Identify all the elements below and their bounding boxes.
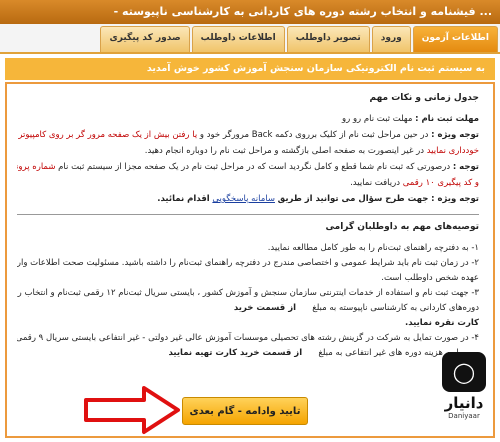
note2-label: توجه : xyxy=(452,162,479,172)
note2-line: توجه : درصورتی که ثبت نام شما قطع و کامل… xyxy=(17,161,479,174)
buy-card-link-2[interactable]: از قسمت خرید کارت تهیه نمایید xyxy=(168,348,302,358)
note1-line-2: خودداری نمایید در غیر اینصورت به صفحه اص… xyxy=(17,145,479,158)
tab-bar: اطلاعات آزمون ورود تصویر داوطلب اطلاعات … xyxy=(0,24,500,54)
support-system-link[interactable]: سامانه پاسخگویی xyxy=(212,194,275,204)
welcome-banner: به سیستم ثبت نام الکترونیکی سازمان سنجش … xyxy=(5,58,495,80)
buy-card-link[interactable]: از قسمت خرید xyxy=(234,303,296,313)
note3-line: توجه ویژه : جهت طرح سؤال می توانید از طر… xyxy=(17,193,479,206)
advice-item: ۳- جهت ثبت نام و استفاده از خدمات اینترن… xyxy=(17,288,479,298)
logo-latin: Daniyaar xyxy=(448,412,480,420)
advice-item: ۱- به دفترچه راهنمای ثبت‌نام را به طور ک… xyxy=(267,243,479,253)
note1-rest: در غیر اینصورت به صفحه اصلی بازگشته و مر… xyxy=(144,146,424,156)
tab-tracking-code[interactable]: صدور کد پیگیری xyxy=(100,26,190,52)
deadline-value: مهلت ثبت نام رو رو xyxy=(342,114,413,124)
deadline-label: مهلت ثبت نام : xyxy=(415,114,479,124)
advice-item: کارت نقره نمایید. xyxy=(405,318,479,328)
window-title: ... فیشنامه و انتخاب رشته دوره های کاردا… xyxy=(0,0,500,24)
divider xyxy=(17,214,479,215)
advice-item: ۲- در زمان ثبت نام باید شرایط عمومی و اخ… xyxy=(17,258,479,268)
confirm-next-step-button[interactable]: تایید وادامه - گام بعدی xyxy=(182,397,308,425)
note2-line-2: و کد پیگیری ۱۰ رقمی دریافت نمایید. xyxy=(17,177,479,190)
note1-warning-cont: خودداری نمایید xyxy=(426,146,479,156)
daniyaar-logo: ◯ دانیار Daniyaar xyxy=(432,352,496,436)
logo-name: دانیار xyxy=(444,394,484,412)
advice-item: دوره‌های کاردانی به کارشناسی ناپیوسته به… xyxy=(17,302,479,315)
advice-title: توصیه‌های مهم به داوطلبان گرامی xyxy=(325,222,479,232)
note2-tracking-code: و کد پیگیری ۱۰ رقمی xyxy=(402,178,479,188)
tab-applicant-info[interactable]: اطلاعات داوطلب xyxy=(191,26,285,52)
note2-file-number: شماره پرونده ۶ رقمی xyxy=(17,162,56,172)
note3-label: توجه ویژه : xyxy=(431,194,479,204)
advice-item: مربوط به هزینه دوره های غیر انتفاعی به م… xyxy=(17,347,479,360)
note2-rest: دریافت نمایید. xyxy=(350,178,401,188)
note3-text: جهت طرح سؤال می توانید از طریق xyxy=(277,194,429,204)
arrow-right-icon xyxy=(84,386,180,434)
advice-list: ۱- به دفترچه راهنمای ثبت‌نام را به طور ک… xyxy=(17,242,479,360)
advice-item: عهده شخص داوطلب است. xyxy=(381,273,479,283)
advice-text: دوره‌های کاردانی به کارشناسی ناپیوسته به… xyxy=(312,303,479,313)
note1-label: توجه ویژه : xyxy=(431,130,479,140)
advice-item: ۴- در صورت تمایل به شرکت در گزینش رشته ه… xyxy=(17,333,479,343)
note2-text: درصورتی که ثبت نام شما قطع و کامل نگردید… xyxy=(58,162,451,172)
tab-login[interactable]: ورود xyxy=(371,26,411,52)
logo-mark-icon: ◯ xyxy=(442,352,486,392)
note1-warning: یا رفتن بیش از یک صفحه مرور گر بر روی کا… xyxy=(17,130,198,140)
note1-line: توجه ویژه : در حین مراحل ثبت نام از کلیک… xyxy=(17,129,479,142)
schedule-title: جدول زمانی و نکات مهم xyxy=(369,93,479,103)
tab-exam-info[interactable]: اطلاعات آزمون xyxy=(412,26,498,52)
note1-text: در حین مراحل ثبت نام از کلیک برروی دکمه … xyxy=(199,130,429,140)
deadline-line: مهلت ثبت نام : مهلت ثبت نام رو رو xyxy=(17,113,479,126)
note3-rest: اقدام نمائید. xyxy=(157,194,210,204)
info-panel: جدول زمانی و نکات مهم مهلت ثبت نام : مهل… xyxy=(5,82,495,438)
tab-applicant-photo[interactable]: تصویر داوطلب xyxy=(286,26,370,52)
